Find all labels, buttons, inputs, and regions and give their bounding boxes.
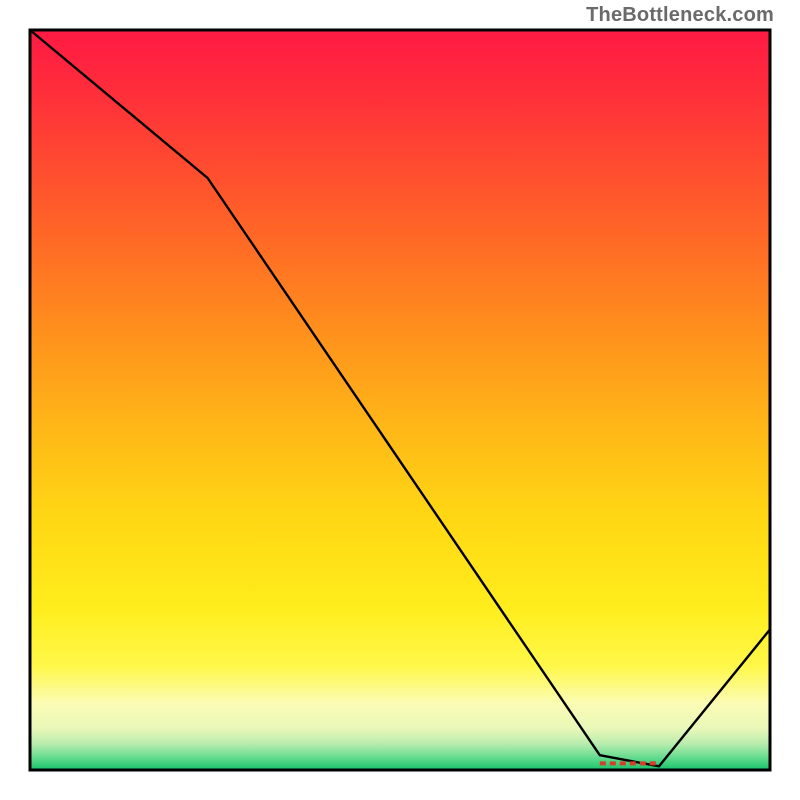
plot-background (30, 30, 770, 770)
chart-container: TheBottleneck.com (0, 0, 800, 800)
watermark-text: TheBottleneck.com (586, 4, 774, 27)
bottleneck-chart (0, 0, 800, 800)
